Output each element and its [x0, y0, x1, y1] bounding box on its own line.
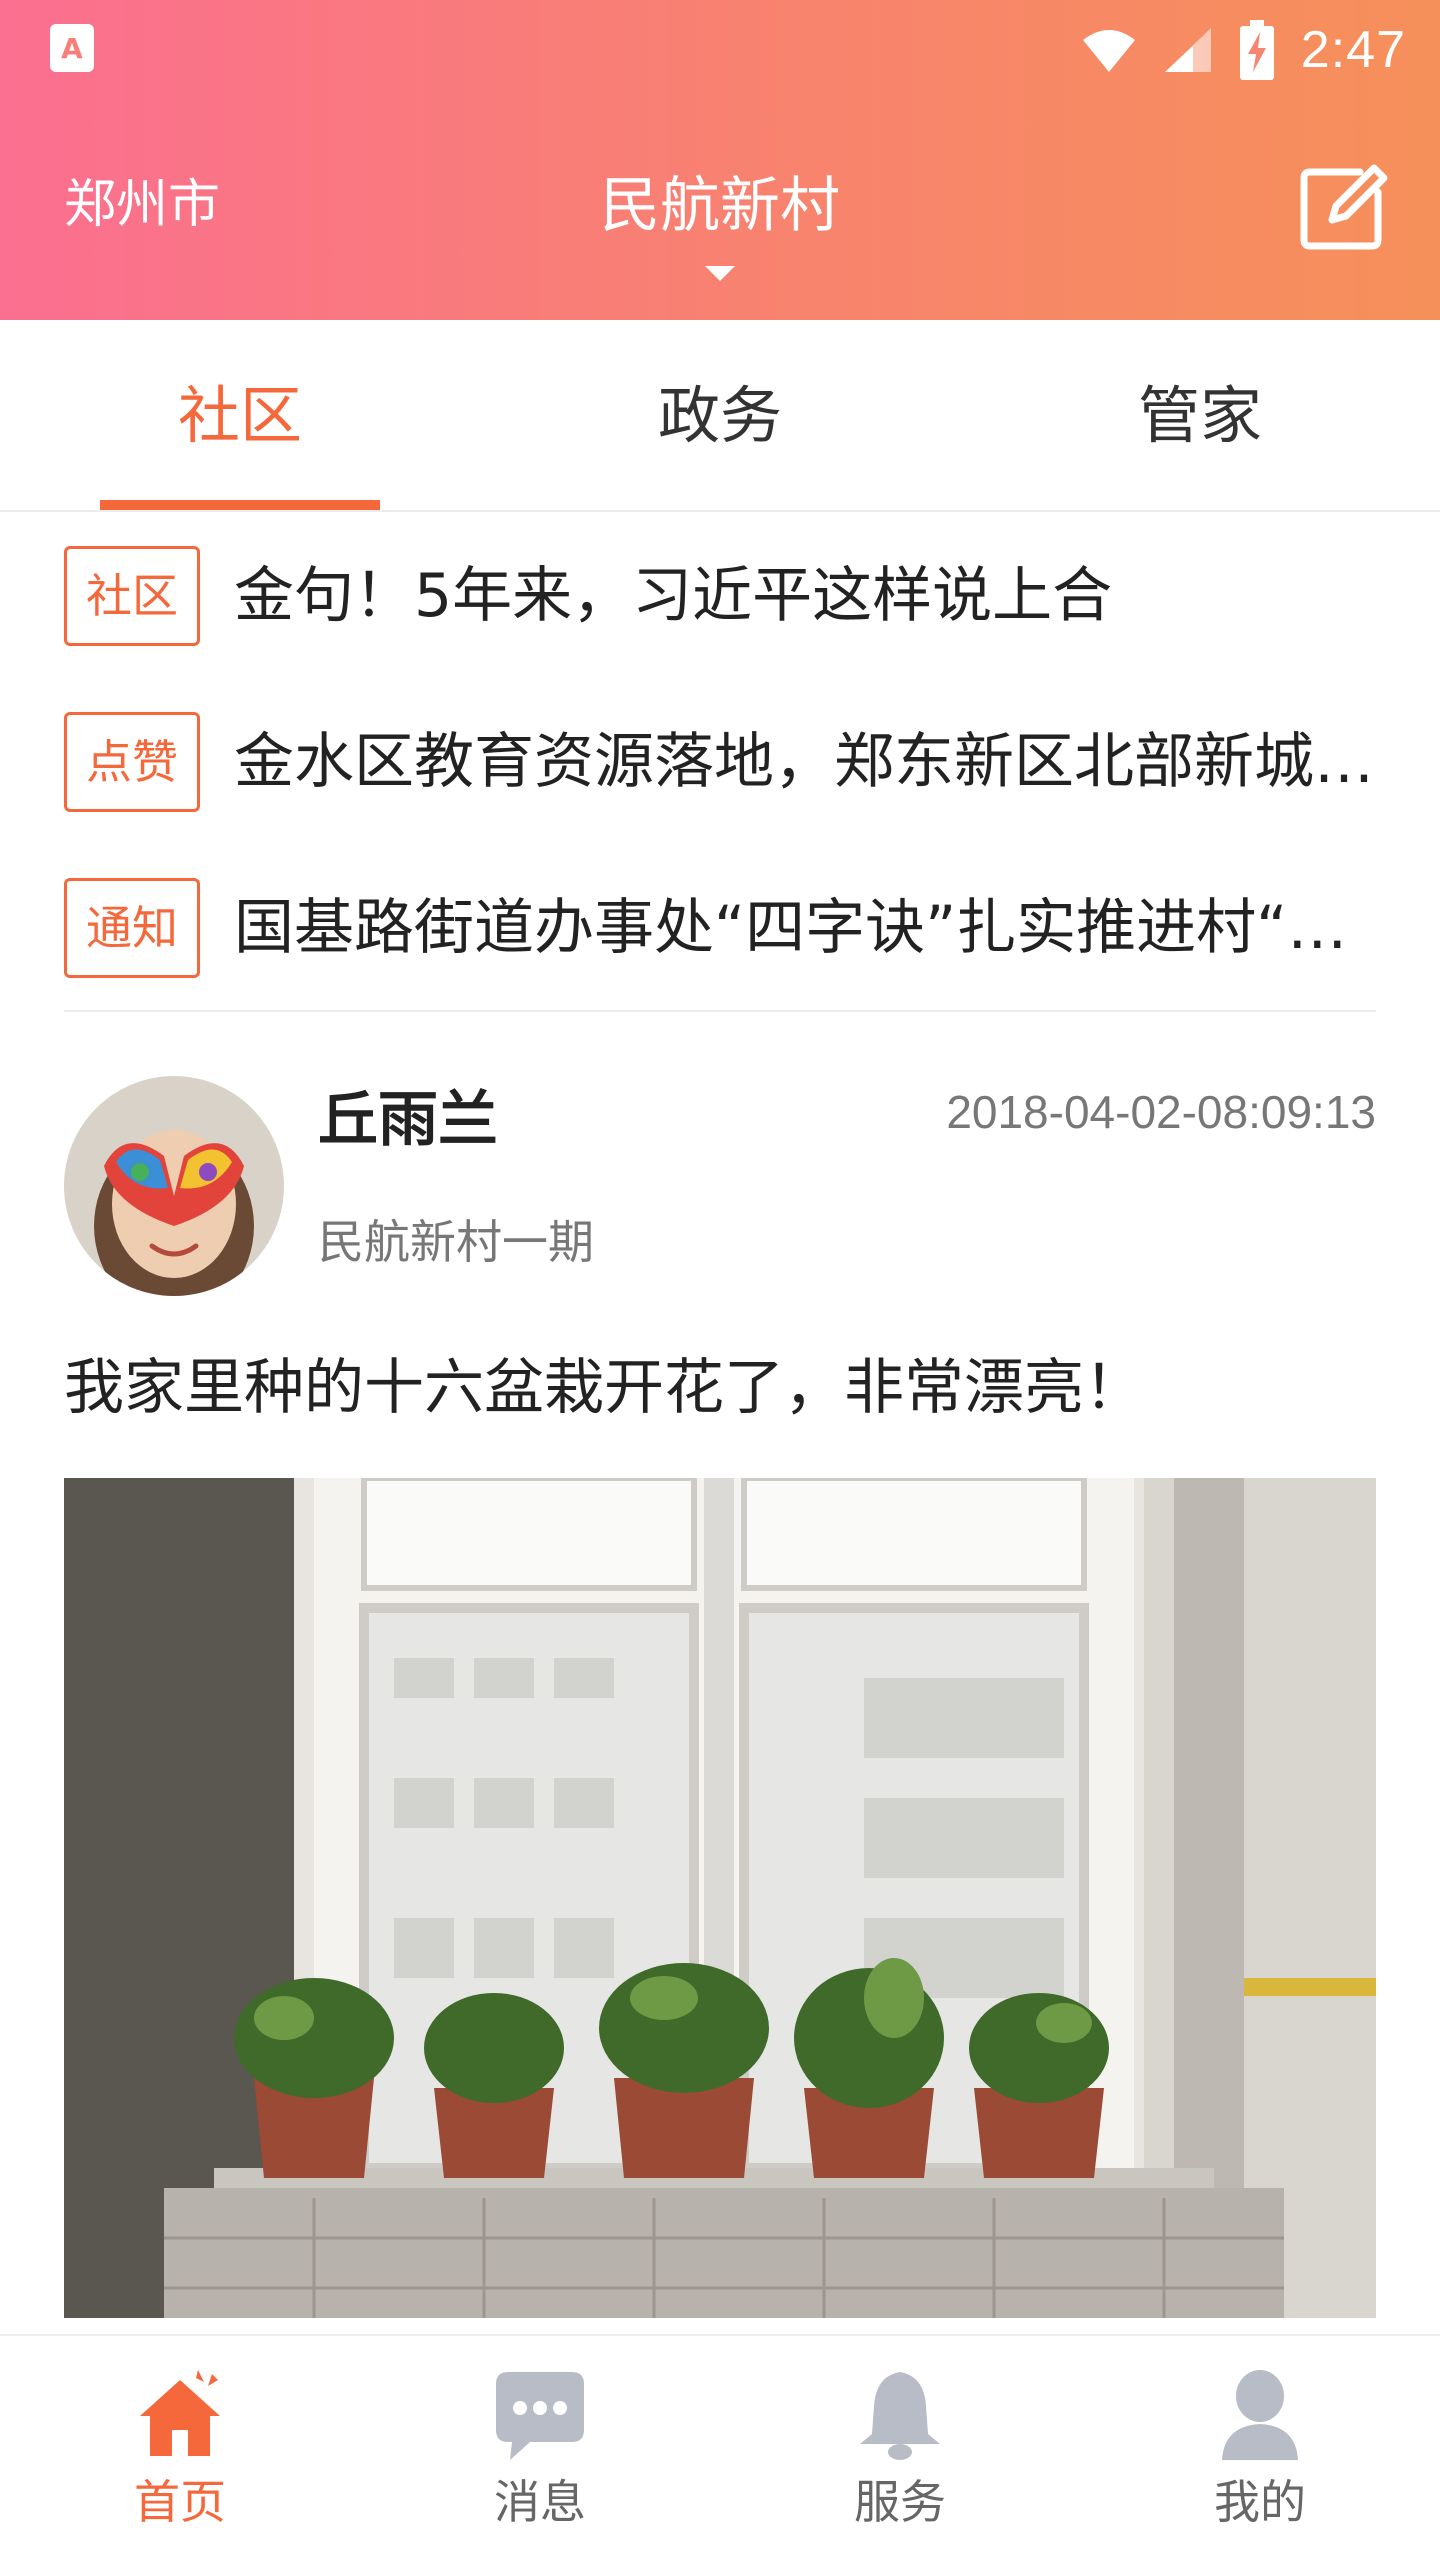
nav-home[interactable]: 首页 [0, 2336, 360, 2560]
bell-icon [860, 2372, 940, 2460]
nav-label: 服务 [854, 2475, 946, 2529]
post-photo[interactable] [64, 1478, 1376, 2318]
status-bar: A 2:47 [0, 0, 1440, 100]
screen: A 2:47 郑州市 民航新村 社区 政务 管家 社区 金句！5年来，习近平这样… [0, 0, 1440, 2560]
app-notification-icon: A [50, 24, 94, 72]
community-title[interactable]: 民航新村 [0, 168, 1440, 244]
tab-bar: 社区 政务 管家 [0, 320, 1440, 512]
divider [64, 1010, 1376, 1012]
avatar[interactable] [64, 1076, 284, 1296]
news-tag: 点赞 [64, 712, 200, 812]
battery-charging-icon [1239, 20, 1274, 80]
nav-profile[interactable]: 我的 [1080, 2336, 1440, 2560]
tab-steward[interactable]: 管家 [960, 320, 1440, 512]
news-title[interactable]: 国基路街道办事处“四字诀”扎实推进村“两委”换届 [234, 878, 1376, 978]
nav-messages[interactable]: 消息 [360, 2336, 720, 2560]
list-item[interactable]: 社区 金句！5年来，习近平这样说上合 [64, 512, 1376, 678]
app-bar: 郑州市 民航新村 [0, 100, 1440, 320]
tab-community[interactable]: 社区 [0, 320, 480, 512]
news-list: 社区 金句！5年来，习近平这样说上合 点赞 金水区教育资源落地，郑东新区北部新城… [64, 512, 1376, 1010]
header: A 2:47 郑州市 民航新村 [0, 0, 1440, 320]
tab-indicator [100, 500, 380, 510]
news-title[interactable]: 金水区教育资源落地，郑东新区北部新城教育资源 [234, 712, 1376, 812]
post-location: 民航新村一期 [318, 1215, 594, 1269]
nav-label: 首页 [134, 2475, 226, 2529]
chevron-down-icon[interactable] [705, 266, 735, 281]
news-tag: 通知 [64, 878, 200, 978]
news-tag: 社区 [64, 546, 200, 646]
news-title[interactable]: 金句！5年来，习近平这样说上合 [234, 546, 1376, 646]
status-time: 2:47 [1300, 21, 1406, 79]
tab-government[interactable]: 政务 [480, 320, 960, 512]
message-icon [496, 2372, 584, 2460]
post-text: 我家里种的十六盆栽开花了，非常漂亮！ [64, 1353, 1144, 1423]
nav-label: 消息 [494, 2475, 586, 2529]
post-time: 2018-04-02-08:09:13 [946, 1086, 1376, 1138]
list-item[interactable]: 点赞 金水区教育资源落地，郑东新区北部新城教育资源 [64, 678, 1376, 844]
edit-icon[interactable] [1296, 162, 1388, 254]
post-author[interactable]: 丘雨兰 [318, 1076, 498, 1164]
nav-services[interactable]: 服务 [720, 2336, 1080, 2560]
bottom-nav: 首页 消息 服务 我的 [0, 2334, 1440, 2560]
list-item[interactable]: 通知 国基路街道办事处“四字诀”扎实推进村“两委”换届 [64, 844, 1376, 1010]
wifi-icon [1082, 30, 1135, 72]
home-icon [140, 2370, 220, 2456]
user-icon [1222, 2370, 1298, 2460]
nav-label: 我的 [1214, 2475, 1306, 2529]
status-icons: 2:47 [1081, 16, 1406, 84]
signal-icon [1164, 28, 1211, 72]
